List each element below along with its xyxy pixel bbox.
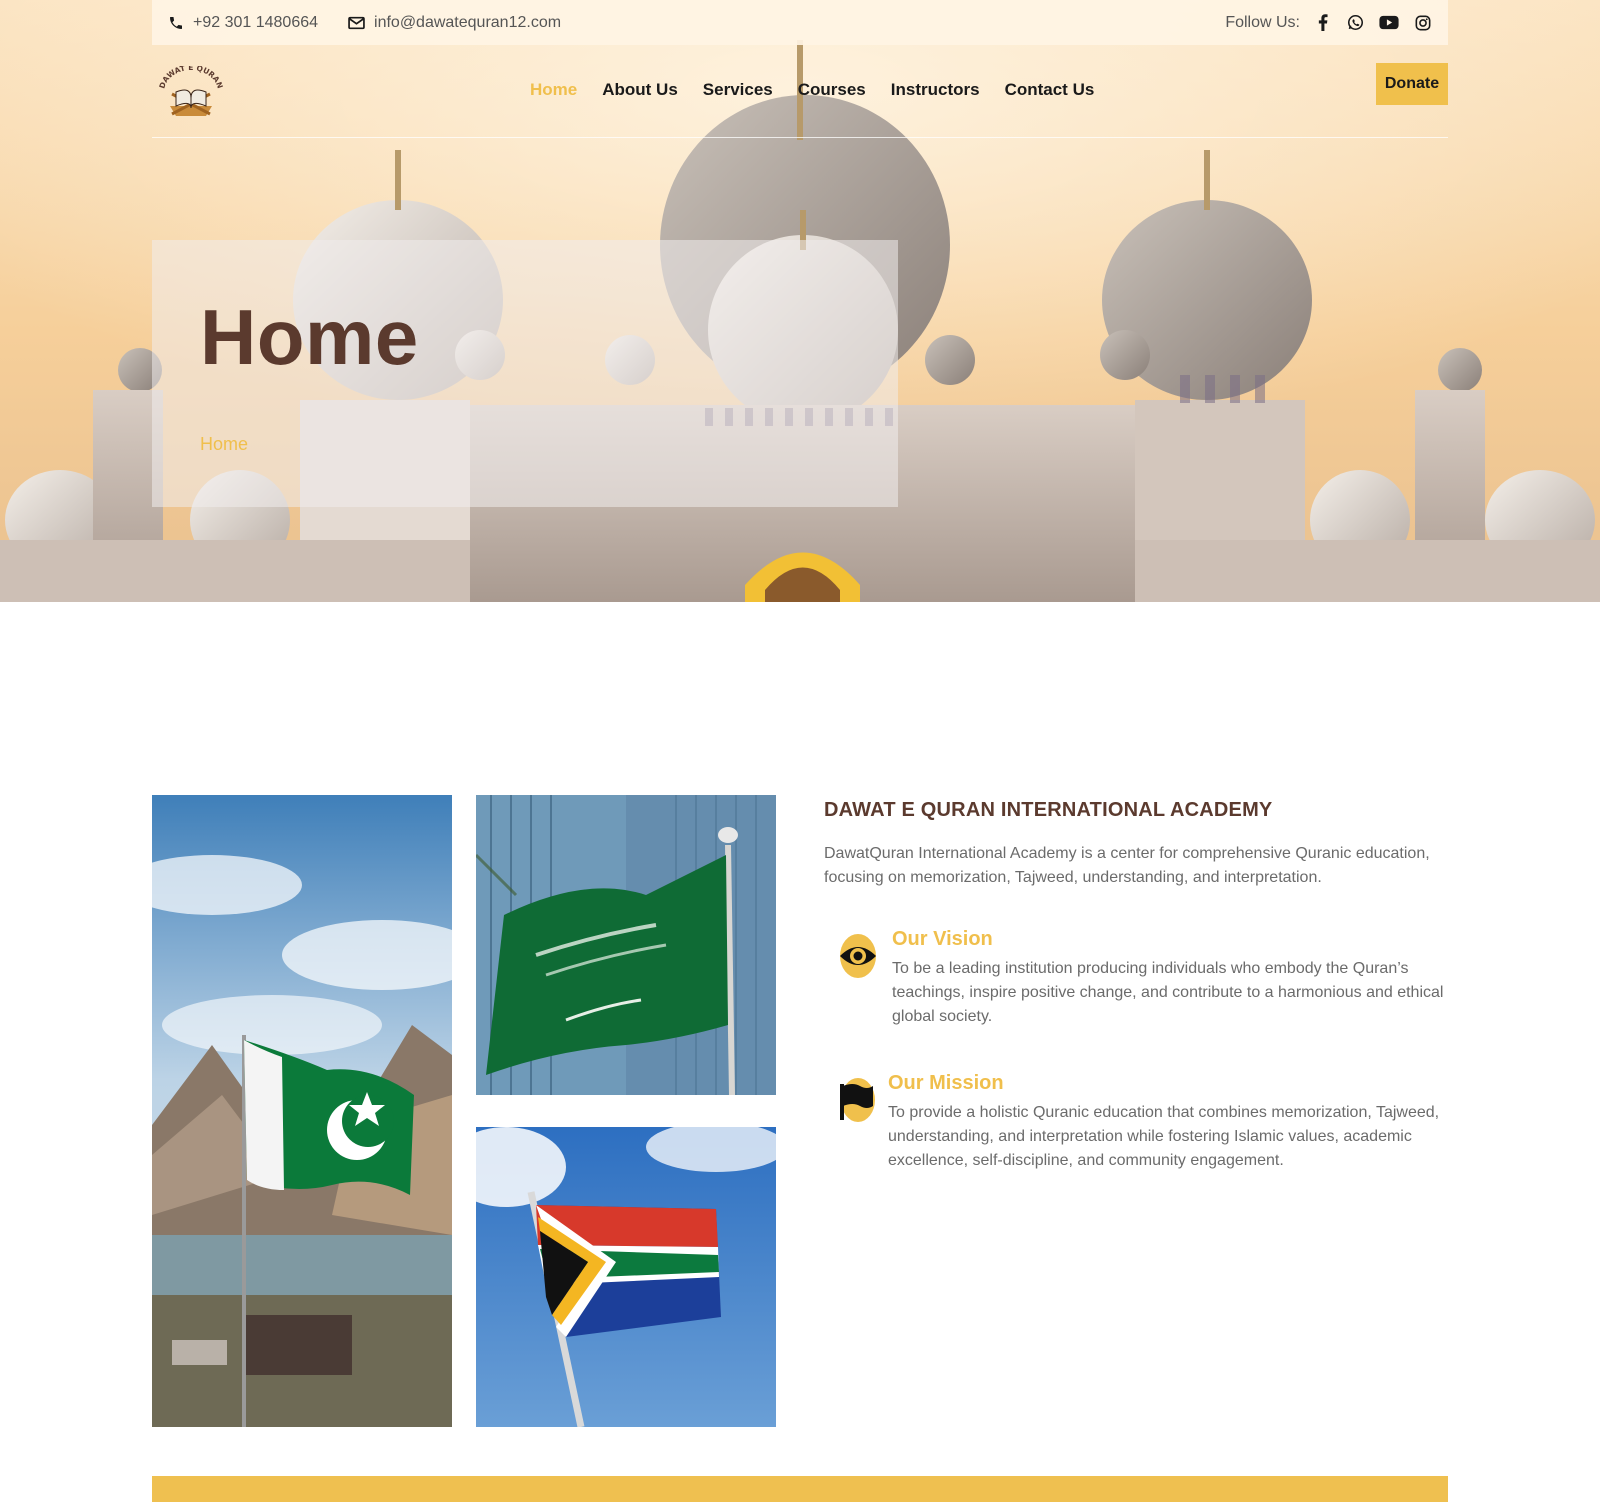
vision-block: Our Vision To be a leading institution p… — [892, 928, 1452, 1029]
mission-flag-icon — [838, 1076, 876, 1124]
south-africa-flag-image — [476, 1127, 776, 1427]
top-contact-bar: +92 301 1480664 info@dawatequran12.com F… — [152, 0, 1448, 45]
mail-icon — [348, 16, 365, 29]
vision-eye-icon — [838, 932, 878, 980]
email-contact[interactable]: info@dawatequran12.com — [348, 14, 561, 32]
page-title: Home — [200, 293, 419, 381]
pakistan-flag-image — [152, 795, 452, 1427]
hero-banner: +92 301 1480664 info@dawatequran12.com F… — [0, 0, 1600, 602]
quran-book-logo-icon: DAWAT E QURAN — [157, 63, 225, 116]
nav-courses[interactable]: Courses — [798, 80, 866, 100]
nav-about-us[interactable]: About Us — [602, 80, 678, 100]
svg-text:DAWAT E QURAN: DAWAT E QURAN — [157, 66, 224, 90]
yellow-section-band — [152, 1476, 1448, 1502]
whatsapp-icon[interactable] — [1346, 14, 1364, 32]
mission-text: To provide a holistic Quranic education … — [888, 1104, 1440, 1169]
donate-button[interactable]: Donate — [1376, 63, 1448, 105]
page-title-box: Home Home — [152, 240, 898, 507]
breadcrumb-home[interactable]: Home — [200, 434, 248, 455]
mission-title: Our Mission — [888, 1072, 1004, 1094]
nav-services[interactable]: Services — [703, 80, 773, 100]
about-heading: DAWAT E QURAN INTERNATIONAL ACADEMY — [824, 799, 1273, 821]
phone-icon — [170, 16, 182, 29]
nav-instructors[interactable]: Instructors — [891, 80, 980, 100]
site-logo[interactable]: DAWAT E QURAN — [156, 63, 226, 124]
mission-block: Our Mission To provide a holistic Qurani… — [888, 1072, 1448, 1173]
social-follow: Follow Us: — [1225, 14, 1432, 32]
nav-menu: Home About Us Services Courses Instructo… — [530, 80, 1119, 100]
instagram-icon[interactable] — [1414, 14, 1432, 32]
nav-contact-us[interactable]: Contact Us — [1005, 80, 1095, 100]
main-navigation: DAWAT E QURAN Home About Us Services Cou… — [152, 56, 1448, 138]
about-description: DawatQuran International Academy is a ce… — [824, 845, 1430, 886]
phone-number: +92 301 1480664 — [193, 13, 319, 31]
phone-contact[interactable]: +92 301 1480664 — [168, 14, 318, 32]
vision-text: To be a leading institution producing in… — [892, 960, 1444, 1025]
saudi-flag-image — [476, 795, 776, 1095]
follow-label: Follow Us: — [1225, 13, 1300, 31]
facebook-icon[interactable] — [1314, 14, 1332, 32]
email-address: info@dawatequran12.com — [374, 13, 562, 31]
youtube-icon[interactable] — [1378, 14, 1400, 32]
nav-home[interactable]: Home — [530, 80, 577, 100]
vision-title: Our Vision — [892, 928, 993, 950]
